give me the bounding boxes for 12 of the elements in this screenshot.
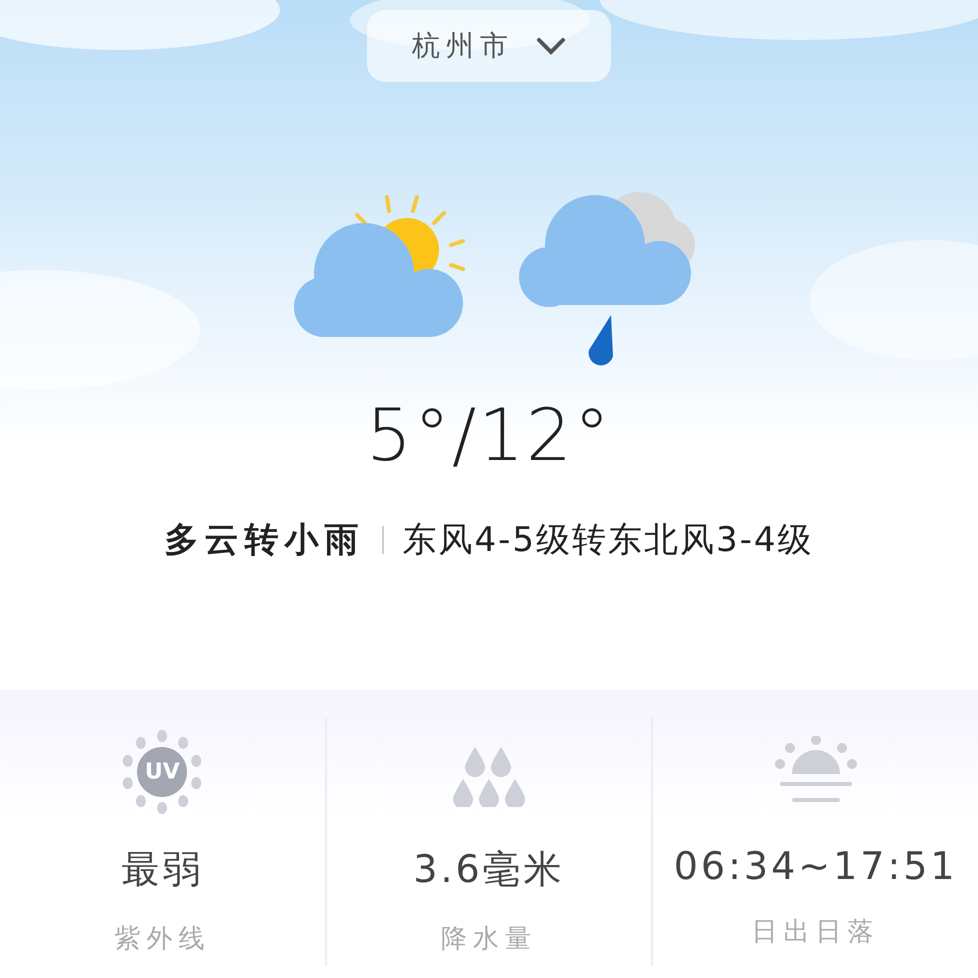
detail-value: 06:34~17:51 [674,844,958,888]
wind-info: 东风4-5级转东北风3-4级 [402,519,814,562]
detail-label: 紫外线 [114,923,210,956]
detail-value: 3.6毫米 [413,846,565,893]
weather-condition: 多云转小雨 [164,519,364,562]
temperature-range: 5°/12° [366,393,612,477]
detail-label: 日出日落 [752,916,880,949]
detail-value: 最弱 [121,846,204,893]
uv-label: UV [144,760,180,784]
city-selector[interactable]: 杭州市 [367,10,611,82]
chevron-down-icon [536,37,566,55]
detail-label: 降水量 [441,923,537,956]
